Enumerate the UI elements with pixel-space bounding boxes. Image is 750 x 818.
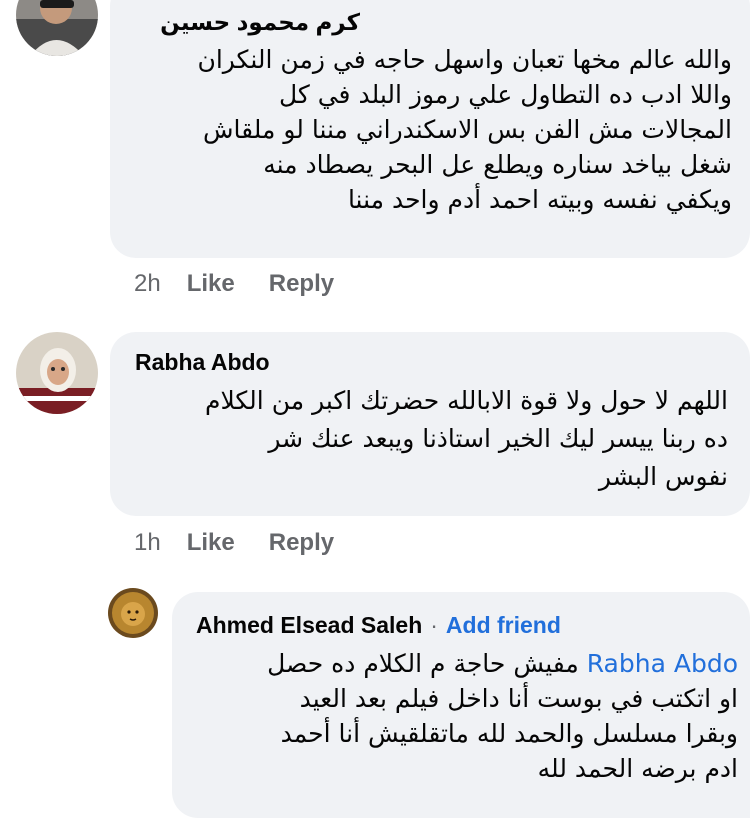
user-photo-icon (16, 0, 98, 56)
comment-actions: 1h Like Reply (134, 529, 368, 557)
comment-timestamp[interactable]: 2h (134, 270, 161, 298)
reply-first-line: Rabha Abdo مفيش حاجة م الكلام ده حصل (267, 649, 738, 678)
like-button[interactable]: Like (187, 270, 235, 298)
reply-text: Rabha Abdo مفيش حاجة م الكلام ده حصل او … (267, 646, 738, 786)
comment-text: اللهم لا حول ولا قوة الابالله حضرتك اكبر… (204, 386, 728, 491)
mention-link[interactable]: Rabha Abdo (587, 649, 738, 678)
reply-author-row: Ahmed Elsead Saleh · Add friend (196, 611, 561, 639)
comments-thread: كرم محمود حسين والله عالم مخها تعبان واس… (0, 0, 750, 818)
comment-author[interactable]: كرم محمود حسين (160, 8, 360, 36)
user-photo-icon (108, 588, 158, 638)
user-photo-icon (16, 332, 98, 414)
avatar[interactable] (16, 332, 98, 414)
comment-actions: 2h Like Reply (134, 270, 368, 298)
comment-author[interactable]: Rabha Abdo (135, 348, 270, 376)
like-button[interactable]: Like (187, 529, 235, 557)
reply-author[interactable]: Ahmed Elsead Saleh (196, 612, 422, 638)
comment-text: والله عالم مخها تعبان واسهل حاجه في زمن … (197, 45, 732, 214)
add-friend-link[interactable]: Add friend (446, 612, 561, 638)
comment-timestamp[interactable]: 1h (134, 529, 161, 557)
avatar[interactable] (108, 588, 158, 638)
avatar[interactable] (16, 0, 98, 56)
reply-button[interactable]: Reply (269, 270, 334, 298)
separator-dot: · (430, 612, 438, 638)
reply-button[interactable]: Reply (269, 529, 334, 557)
